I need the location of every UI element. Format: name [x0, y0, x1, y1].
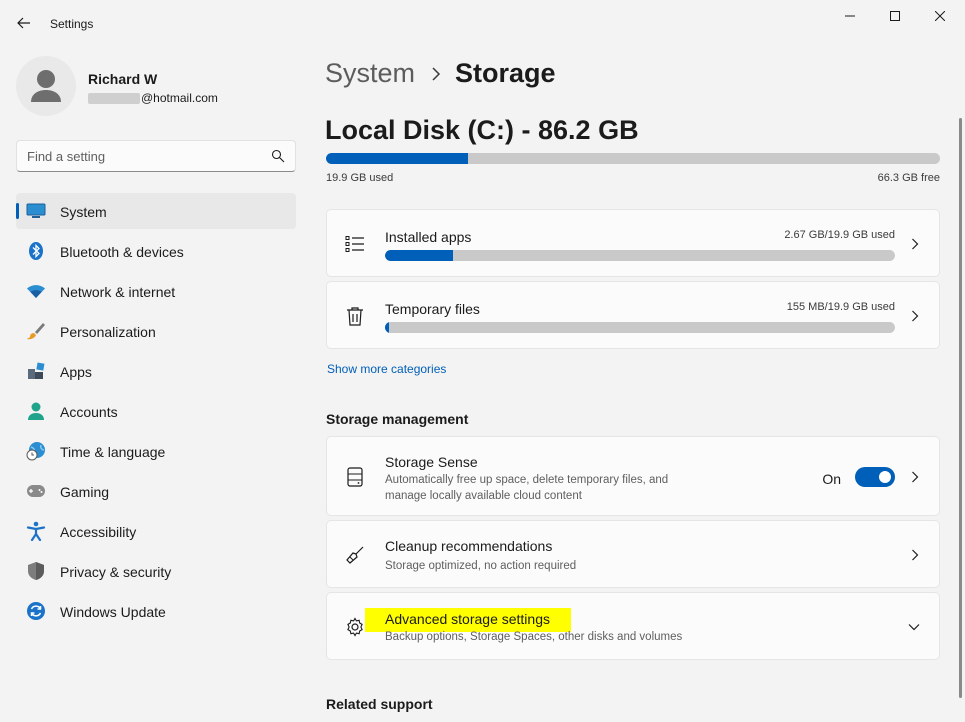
- globe-clock-icon: [26, 441, 46, 461]
- page-title: Storage: [455, 58, 556, 88]
- sidebar-nav: System Bluetooth & devices Network & int…: [16, 193, 296, 633]
- sidebar-item-accessibility[interactable]: Accessibility: [16, 513, 296, 549]
- person-icon: [26, 401, 46, 421]
- installed-apps-title: Installed apps: [385, 229, 472, 245]
- back-button[interactable]: [14, 13, 34, 33]
- brush-icon: [26, 321, 46, 341]
- storage-management-heading: Storage management: [326, 411, 469, 427]
- gamepad-icon: [26, 481, 46, 501]
- sidebar-item-label: Privacy & security: [60, 564, 172, 580]
- installed-apps-bar: [385, 250, 895, 261]
- sidebar-item-label: Bluetooth & devices: [60, 244, 184, 260]
- sidebar-item-personalization[interactable]: Personalization: [16, 313, 296, 349]
- sidebar-item-label: Personalization: [60, 324, 156, 340]
- breadcrumb-system[interactable]: System: [325, 58, 415, 89]
- installed-apps-bar-fill: [385, 250, 454, 261]
- user-name: Richard W: [88, 71, 158, 87]
- sidebar-item-label: Accounts: [60, 404, 118, 420]
- gear-icon: [345, 617, 365, 637]
- temporary-files-bar: [385, 322, 895, 333]
- email-domain: @hotmail.com: [141, 91, 218, 105]
- bluetooth-icon: [26, 241, 46, 261]
- sidebar-item-apps[interactable]: Apps: [16, 353, 296, 389]
- minimize-icon: [845, 15, 855, 17]
- cleanup-desc: Storage optimized, no action required: [385, 560, 577, 572]
- breadcrumb: System Storage: [325, 58, 556, 89]
- close-button[interactable]: [925, 6, 955, 26]
- active-indicator: [16, 203, 19, 219]
- email-redaction: [88, 92, 140, 104]
- advanced-storage-desc: Backup options, Storage Spaces, other di…: [385, 631, 683, 643]
- disk-free-label: 66.3 GB free: [877, 172, 940, 184]
- cleanup-recommendations-card[interactable]: Cleanup recommendations Storage optimize…: [326, 520, 940, 588]
- storage-sense-desc-line1: Automatically free up space, delete temp…: [385, 474, 669, 486]
- temporary-files-usage: 155 MB/19.9 GB used: [786, 301, 895, 313]
- temporary-files-bar-fill: [385, 322, 390, 333]
- installed-apps-usage: 2.67 GB/19.9 GB used: [784, 229, 895, 241]
- sidebar-item-label: Windows Update: [60, 604, 166, 620]
- wifi-icon: [26, 281, 46, 301]
- chevron-down-icon: [907, 621, 921, 633]
- trash-icon: [345, 306, 365, 326]
- shield-icon: [26, 561, 46, 581]
- show-more-categories-link[interactable]: Show more categories: [327, 362, 446, 376]
- monitor-icon: [26, 201, 46, 221]
- sidebar-item-privacy[interactable]: Privacy & security: [16, 553, 296, 589]
- user-email: @hotmail.com: [88, 91, 218, 105]
- back-arrow-icon: [17, 17, 30, 29]
- close-icon: [935, 11, 945, 21]
- app-title: Settings: [50, 17, 94, 31]
- list-icon: [345, 234, 365, 254]
- toggle-knob: [879, 471, 891, 483]
- sidebar-item-windows-update[interactable]: Windows Update: [16, 593, 296, 629]
- sidebar-item-time-language[interactable]: Time & language: [16, 433, 296, 469]
- sidebar-item-label: Gaming: [60, 484, 110, 500]
- related-support-heading: Related support: [326, 696, 433, 712]
- storage-sense-card[interactable]: Storage Sense Automatically free up spac…: [326, 436, 940, 516]
- search-input[interactable]: [27, 147, 257, 165]
- chevron-right-icon: [432, 66, 441, 81]
- chevron-right-icon: [909, 471, 921, 483]
- advanced-storage-title: Advanced storage settings: [385, 611, 550, 627]
- storage-sense-desc-line2: manage locally available cloud content: [385, 490, 582, 502]
- disk-usage-fill: [326, 153, 468, 164]
- sidebar-item-label: Network & internet: [60, 284, 176, 300]
- sidebar-item-accounts[interactable]: Accounts: [16, 393, 296, 429]
- sidebar-item-system[interactable]: System: [16, 193, 296, 229]
- sidebar-item-bluetooth[interactable]: Bluetooth & devices: [16, 233, 296, 269]
- storage-sense-title: Storage Sense: [385, 454, 478, 470]
- broom-icon: [345, 545, 365, 565]
- storage-sense-toggle[interactable]: [855, 467, 895, 487]
- update-icon: [26, 601, 46, 621]
- sidebar-item-label: Accessibility: [60, 524, 137, 540]
- sidebar-item-gaming[interactable]: Gaming: [16, 473, 296, 509]
- maximize-button[interactable]: [880, 6, 910, 26]
- temporary-files-card[interactable]: Temporary files 155 MB/19.9 GB used: [326, 281, 940, 349]
- user-icon: [31, 70, 61, 102]
- sidebar-item-label: System: [60, 204, 107, 220]
- disk-usage-bar: [326, 153, 940, 164]
- apps-icon: [26, 361, 46, 381]
- scrollbar[interactable]: [959, 118, 962, 698]
- disk-used-label: 19.9 GB used: [326, 172, 394, 184]
- installed-apps-card[interactable]: Installed apps 2.67 GB/19.9 GB used: [326, 209, 940, 277]
- avatar[interactable]: [16, 56, 76, 116]
- chevron-right-icon: [909, 310, 921, 322]
- chevron-right-icon: [909, 238, 921, 250]
- title-bar: Settings: [0, 0, 965, 46]
- search-icon[interactable]: [271, 149, 285, 163]
- sidebar-item-network[interactable]: Network & internet: [16, 273, 296, 309]
- sidebar-item-label: Apps: [60, 364, 92, 380]
- maximize-icon: [890, 11, 900, 21]
- chevron-right-icon: [909, 549, 921, 561]
- storage-sense-toggle-label: On: [822, 471, 841, 487]
- temporary-files-title: Temporary files: [385, 301, 480, 317]
- search-box[interactable]: [16, 140, 296, 172]
- minimize-button[interactable]: [835, 6, 865, 26]
- hard-drive-icon: [345, 467, 365, 487]
- cleanup-title: Cleanup recommendations: [385, 538, 553, 554]
- accessibility-icon: [26, 521, 46, 541]
- disk-title: Local Disk (C:) - 86.2 GB: [325, 115, 639, 145]
- sidebar-item-label: Time & language: [60, 444, 166, 460]
